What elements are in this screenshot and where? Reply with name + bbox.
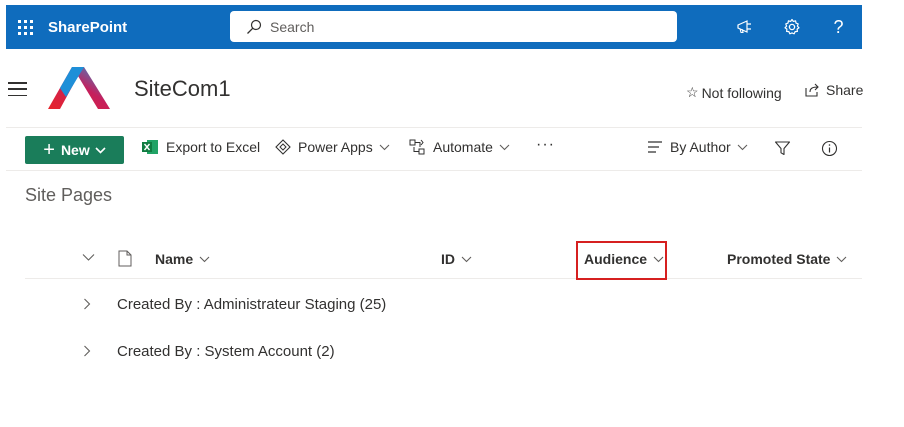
power-apps-button[interactable]: Power Apps (275, 139, 390, 155)
star-icon: ☆ (686, 84, 699, 100)
chevron-down-icon[interactable] (82, 253, 95, 262)
site-logo (48, 67, 110, 109)
column-header-row: Name ID Audience Promoted State (25, 240, 862, 279)
app-name-link[interactable]: SharePoint (48, 19, 230, 36)
suite-bar: SharePoint Search ? (6, 5, 862, 49)
chevron-right-icon[interactable] (83, 345, 91, 357)
group-header-row[interactable]: Created By : Administrateur Staging (25) (25, 290, 862, 320)
search-input[interactable]: Search (270, 19, 314, 35)
view-list-icon (648, 141, 662, 153)
column-label: Name (155, 251, 194, 267)
document-icon (118, 250, 132, 267)
new-button[interactable]: + New (25, 136, 124, 164)
site-title[interactable]: SiteCom1 (134, 76, 231, 102)
chevron-right-icon[interactable] (83, 298, 91, 310)
share-icon (805, 83, 819, 97)
gear-icon (783, 18, 800, 35)
app-launcher-button[interactable] (6, 5, 44, 49)
notifications-button[interactable] (721, 5, 768, 49)
excel-icon (142, 140, 158, 154)
help-icon: ? (833, 16, 844, 37)
share-label: Share (826, 82, 864, 98)
follow-button[interactable]: ☆ Not following (686, 84, 782, 101)
flow-icon (409, 139, 425, 155)
automate-label: Automate (433, 139, 493, 155)
chevron-down-icon (837, 256, 847, 262)
view-switcher-button[interactable]: By Author (647, 139, 748, 155)
group-header-row[interactable]: Created By : System Account (2) (25, 337, 862, 367)
power-apps-icon (275, 139, 291, 155)
filter-icon[interactable] (774, 140, 791, 157)
command-bar: + New Export to Excel Power Apps Automat… (6, 127, 862, 171)
chevron-down-icon (95, 146, 106, 154)
automate-button[interactable]: Automate (409, 139, 510, 155)
column-header-id[interactable]: ID (441, 251, 472, 267)
column-header-promoted-state[interactable]: Promoted State (727, 251, 847, 267)
group-header-label: Created By : Administrateur Staging (25) (117, 296, 387, 313)
chevron-down-icon (499, 144, 510, 150)
nav-toggle-button[interactable] (8, 82, 27, 96)
group-header-label: Created By : System Account (2) (117, 343, 335, 360)
more-commands-button[interactable]: ··· (536, 136, 555, 154)
search-box[interactable]: Search (230, 11, 677, 42)
export-label: Export to Excel (166, 139, 261, 155)
power-apps-label: Power Apps (298, 139, 373, 155)
help-button[interactable]: ? (815, 5, 862, 49)
settings-button[interactable] (768, 5, 815, 49)
megaphone-icon (736, 20, 751, 34)
chevron-down-icon (461, 256, 472, 262)
follow-label: Not following (701, 84, 782, 101)
new-label: New (60, 142, 90, 158)
column-header-name[interactable]: Name (155, 251, 210, 267)
info-icon[interactable] (821, 140, 838, 157)
chevron-down-icon (199, 256, 210, 262)
export-to-excel-button[interactable]: Export to Excel (142, 139, 260, 155)
share-button[interactable]: Share (805, 82, 863, 98)
plus-icon: + (43, 139, 55, 161)
list-title: Site Pages (25, 185, 113, 205)
waffle-icon (17, 19, 33, 35)
chevron-down-icon (379, 144, 390, 150)
column-label: Promoted State (727, 251, 831, 267)
audience-highlight-box (576, 241, 667, 280)
view-label: By Author (670, 139, 731, 155)
search-icon (247, 19, 262, 34)
chevron-down-icon (737, 144, 748, 150)
column-label: ID (441, 251, 455, 267)
